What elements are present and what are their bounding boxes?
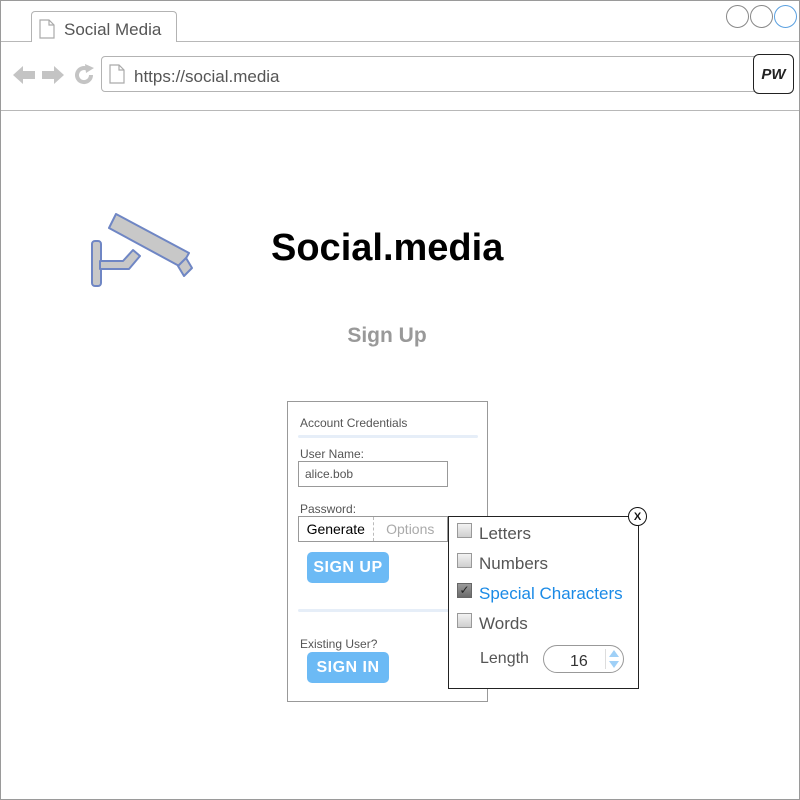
minimize-button[interactable] — [726, 5, 749, 28]
length-stepper[interactable]: 16 — [543, 645, 624, 673]
password-label: Password: — [300, 502, 357, 516]
page-heading: Sign Up — [347, 324, 427, 347]
option-label: Letters — [479, 524, 531, 543]
option-label: Special Characters — [479, 584, 623, 603]
password-mode-tabs: Generate Options — [298, 516, 448, 542]
site-title: Social.media — [271, 227, 504, 269]
option-numbers[interactable]: Numbers — [457, 552, 548, 574]
option-words[interactable]: Words — [457, 612, 528, 634]
maximize-button[interactable] — [774, 5, 797, 28]
length-label: Length — [480, 650, 529, 667]
address-bar[interactable]: https://social.media — [101, 56, 791, 92]
form-divider — [298, 609, 450, 612]
decrement-arrow-icon[interactable] — [609, 661, 619, 668]
browser-window: Social Media https://social.media PW Soc… — [0, 0, 800, 800]
document-icon — [39, 19, 55, 44]
option-label: Numbers — [479, 554, 548, 573]
password-manager-button[interactable]: PW — [753, 54, 794, 94]
security-camera-icon — [83, 206, 198, 296]
url-text: https://social.media — [134, 67, 280, 86]
letters-checkbox[interactable] — [457, 522, 472, 538]
tab-bar: Social Media — [1, 1, 799, 43]
increment-arrow-icon[interactable] — [609, 650, 619, 657]
forward-arrow-icon[interactable] — [41, 64, 65, 91]
username-label: User Name: — [300, 447, 365, 461]
password-generator-popup: Letters Numbers ✓ Special Characters Wor… — [448, 516, 639, 689]
section-title: Account Credentials — [300, 416, 408, 430]
page-document-icon — [109, 64, 125, 89]
option-letters[interactable]: Letters — [457, 522, 531, 544]
stepper-arrows — [605, 649, 621, 669]
option-special-characters[interactable]: ✓ Special Characters — [457, 582, 623, 604]
existing-user-label: Existing User? — [300, 637, 378, 651]
checkmark-icon: ✓ — [459, 583, 470, 597]
option-label: Words — [479, 614, 528, 633]
words-checkbox[interactable] — [457, 612, 472, 628]
restore-button[interactable] — [750, 5, 773, 28]
username-input[interactable] — [298, 461, 448, 487]
signup-button[interactable]: SIGN UP — [307, 552, 389, 583]
tab-generate[interactable]: Generate — [299, 517, 374, 541]
numbers-checkbox[interactable] — [457, 552, 472, 568]
length-value: 16 — [570, 653, 588, 670]
browser-tab[interactable]: Social Media — [31, 11, 177, 43]
section-divider — [298, 435, 478, 438]
signin-button[interactable]: SIGN IN — [307, 652, 389, 683]
window-controls — [726, 5, 797, 28]
close-popup-button[interactable]: X — [628, 507, 647, 526]
tab-title: Social Media — [64, 20, 162, 39]
reload-icon[interactable] — [72, 63, 96, 92]
special-characters-checkbox[interactable]: ✓ — [457, 582, 472, 598]
tab-options[interactable]: Options — [374, 517, 448, 541]
browser-toolbar: https://social.media PW — [1, 42, 799, 111]
back-arrow-icon[interactable] — [12, 64, 36, 91]
